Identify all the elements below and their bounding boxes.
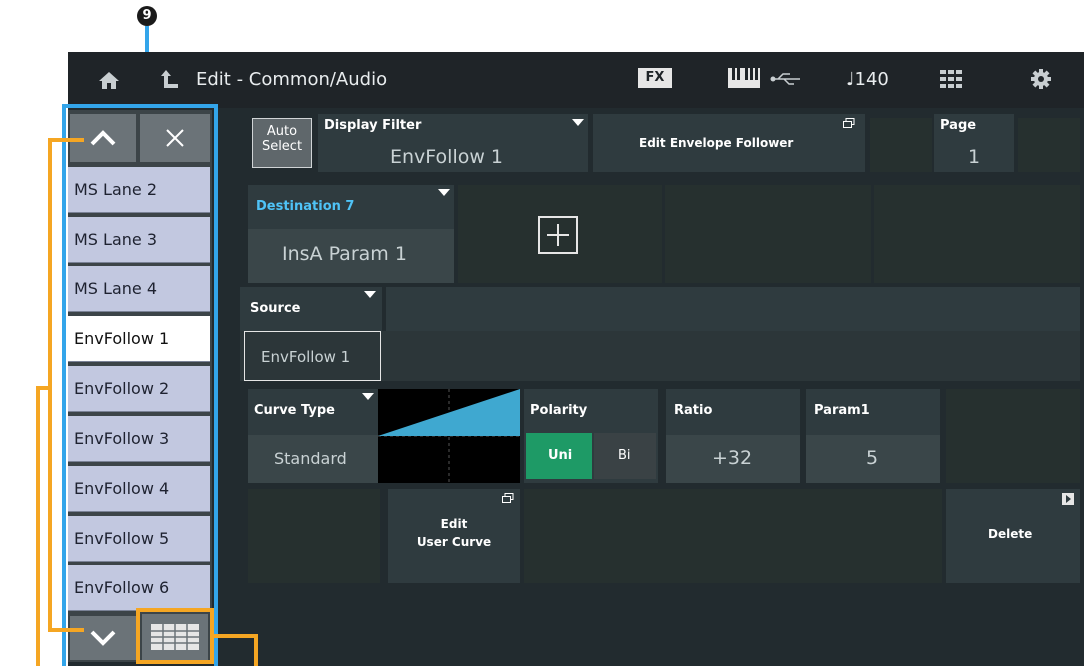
page-label: Page: [940, 118, 977, 133]
callout-number: 9: [137, 6, 157, 26]
curve-type-value: Standard: [274, 449, 347, 468]
polarity-bi-label: Bi: [618, 448, 631, 463]
empty-cell: [665, 185, 871, 283]
empty-cell: [248, 489, 380, 583]
page-title: Edit - Common/Audio: [196, 69, 388, 90]
usb-icon: [770, 73, 800, 85]
destination-label: Destination 7: [256, 199, 355, 214]
home-icon[interactable]: [98, 70, 120, 90]
empty-cell: [870, 118, 932, 172]
ratio-value: +32: [712, 447, 753, 469]
edit-envelope-follower-button[interactable]: Edit Envelope Follower: [593, 114, 865, 172]
delete-button[interactable]: Delete: [946, 489, 1080, 583]
polarity-label: Polarity: [530, 403, 588, 418]
edit-user-curve-line2: User Curve: [416, 535, 492, 549]
empty-cell: [1018, 118, 1080, 172]
source-value: EnvFollow 1: [261, 348, 351, 366]
popup-window-icon: [843, 118, 855, 128]
page-value: 1: [968, 146, 981, 168]
dropdown-arrow-icon: [364, 291, 376, 298]
polarity-uni-button[interactable]: Uni: [526, 433, 592, 479]
param1-control[interactable]: Param1 5: [806, 389, 940, 483]
callout-bracket: [48, 138, 84, 142]
dropdown-arrow-icon: [438, 189, 450, 196]
source-selector[interactable]: EnvFollow 1: [244, 331, 381, 381]
plus-icon: [547, 224, 569, 246]
callout-bracket: [254, 634, 258, 666]
keyboard-icon: [728, 68, 760, 88]
edit-user-curve-button[interactable]: Edit User Curve: [388, 489, 520, 583]
source-bar: [386, 287, 1080, 331]
callout-bracket: [48, 138, 52, 632]
top-bar: Edit - Common/Audio FX ♩140: [68, 52, 1084, 108]
popup-window-icon: [502, 493, 514, 503]
polarity-uni-label: Uni: [548, 448, 573, 463]
destination-value: InsA Param 1: [282, 243, 407, 265]
edit-user-curve-line1: Edit: [440, 517, 468, 531]
curve-type-selector[interactable]: Curve Type Standard: [248, 389, 378, 483]
callout-highlight-box: [136, 608, 214, 664]
destination-selector[interactable]: Destination 7 InsA Param 1: [248, 185, 454, 283]
callout-highlight-frame: [62, 104, 218, 666]
source-label-box: Source: [240, 287, 382, 331]
add-destination-button[interactable]: [538, 216, 578, 254]
callout-bracket: [214, 634, 258, 638]
delete-label: Delete: [988, 527, 1033, 541]
play-arrow-icon: [1062, 493, 1074, 505]
display-filter-value: EnvFollow 1: [390, 146, 504, 168]
source-label: Source: [250, 301, 301, 316]
curve-type-label: Curve Type: [254, 403, 335, 418]
gear-icon[interactable]: [1030, 68, 1052, 90]
polarity-bi-button[interactable]: Bi: [594, 433, 656, 479]
dropdown-arrow-icon: [362, 393, 374, 400]
dropdown-arrow-icon: [572, 119, 584, 126]
edit-envelope-follower-label: Edit Envelope Follower: [639, 136, 794, 150]
empty-cell: [874, 185, 1080, 283]
auto-select-line1: Auto: [266, 124, 298, 139]
display-filter-selector[interactable]: Display Filter EnvFollow 1: [318, 114, 588, 172]
empty-area: [524, 489, 942, 583]
callout-bracket: [48, 628, 84, 632]
ratio-label: Ratio: [674, 403, 713, 418]
polarity-control: Polarity Uni Bi: [524, 389, 658, 483]
fx-indicator: FX: [638, 68, 672, 88]
ratio-control[interactable]: Ratio +32: [666, 389, 800, 483]
curve-graph: [378, 389, 520, 483]
param1-value: 5: [866, 447, 879, 469]
back-icon[interactable]: [160, 68, 180, 90]
param1-label: Param1: [814, 403, 870, 418]
empty-cell: [946, 389, 1080, 483]
grid-icon[interactable]: [940, 70, 962, 88]
page-selector[interactable]: Page 1: [934, 114, 1014, 172]
auto-select-line2: Select: [261, 139, 303, 154]
tempo-display[interactable]: ♩140: [846, 69, 889, 90]
callout-bracket: [36, 386, 40, 666]
display-filter-label: Display Filter: [324, 118, 422, 133]
auto-select-button[interactable]: Auto Select: [252, 118, 312, 168]
